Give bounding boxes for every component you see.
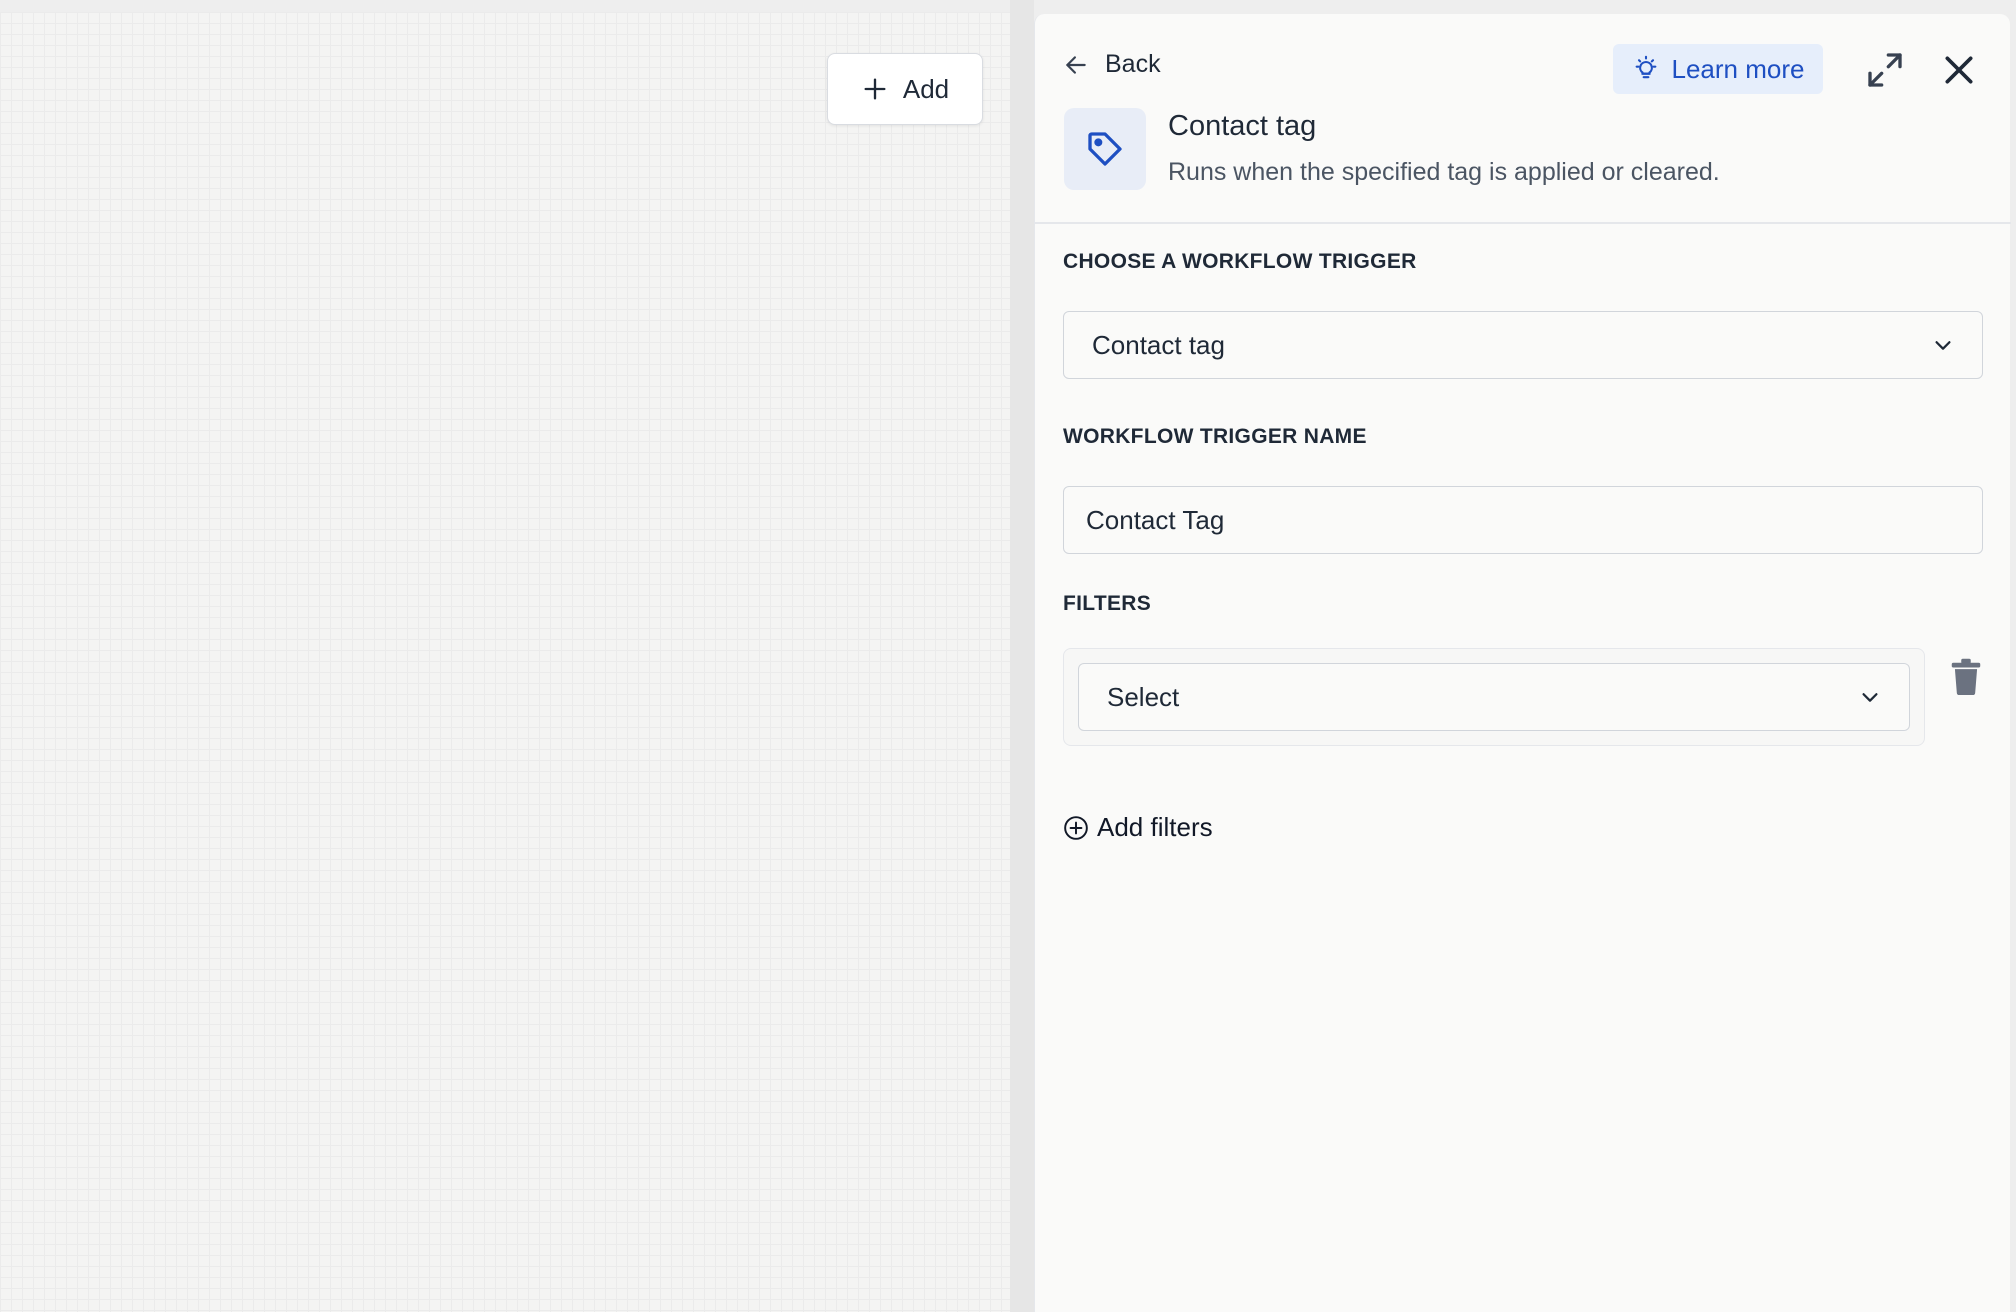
plus-icon xyxy=(864,78,886,100)
learn-more-label: Learn more xyxy=(1671,53,1805,84)
filter-select-value: Select xyxy=(1107,681,1180,712)
trigger-icon-container xyxy=(1064,108,1146,190)
close-icon[interactable] xyxy=(1939,50,1979,90)
add-button[interactable]: Add xyxy=(827,53,983,125)
trigger-description: Runs when the specified tag is applied o… xyxy=(1168,158,1720,186)
trigger-title: Contact tag xyxy=(1168,110,1317,142)
back-label: Back xyxy=(1105,50,1161,78)
add-filters-button[interactable]: Add filters xyxy=(1063,812,1213,843)
choose-trigger-label: CHOOSE A WORKFLOW TRIGGER xyxy=(1063,250,1417,273)
header-divider xyxy=(1035,222,2011,224)
trigger-name-label: WORKFLOW TRIGGER NAME xyxy=(1063,425,1367,448)
filter-select[interactable]: Select xyxy=(1078,663,1910,731)
chevron-down-icon xyxy=(1862,693,1878,702)
lightbulb-icon xyxy=(1635,55,1656,79)
chevron-down-icon xyxy=(1935,341,1951,350)
add-filters-label: Add filters xyxy=(1097,812,1213,842)
expand-icon[interactable] xyxy=(1865,50,1905,90)
trash-icon[interactable] xyxy=(1949,658,1983,696)
trigger-select[interactable]: Contact tag xyxy=(1063,311,1983,379)
trigger-name-input[interactable] xyxy=(1063,486,1983,554)
workflow-canvas[interactable]: Add xyxy=(0,12,1010,1312)
plus-circle-icon xyxy=(1064,815,1088,840)
trigger-settings-panel: Back Learn more Contact tag Runs when th… xyxy=(1034,14,2011,1312)
arrow-left-icon xyxy=(1066,55,1086,74)
tag-icon xyxy=(1088,132,1122,166)
trigger-select-value: Contact tag xyxy=(1092,329,1225,360)
filter-card: Select xyxy=(1063,648,1925,746)
panel-gutter xyxy=(1010,0,1034,1312)
add-button-label: Add xyxy=(902,73,950,104)
learn-more-button[interactable]: Learn more xyxy=(1613,44,1823,94)
filters-label: FILTERS xyxy=(1063,592,1152,615)
back-button[interactable]: Back xyxy=(1063,50,1161,79)
